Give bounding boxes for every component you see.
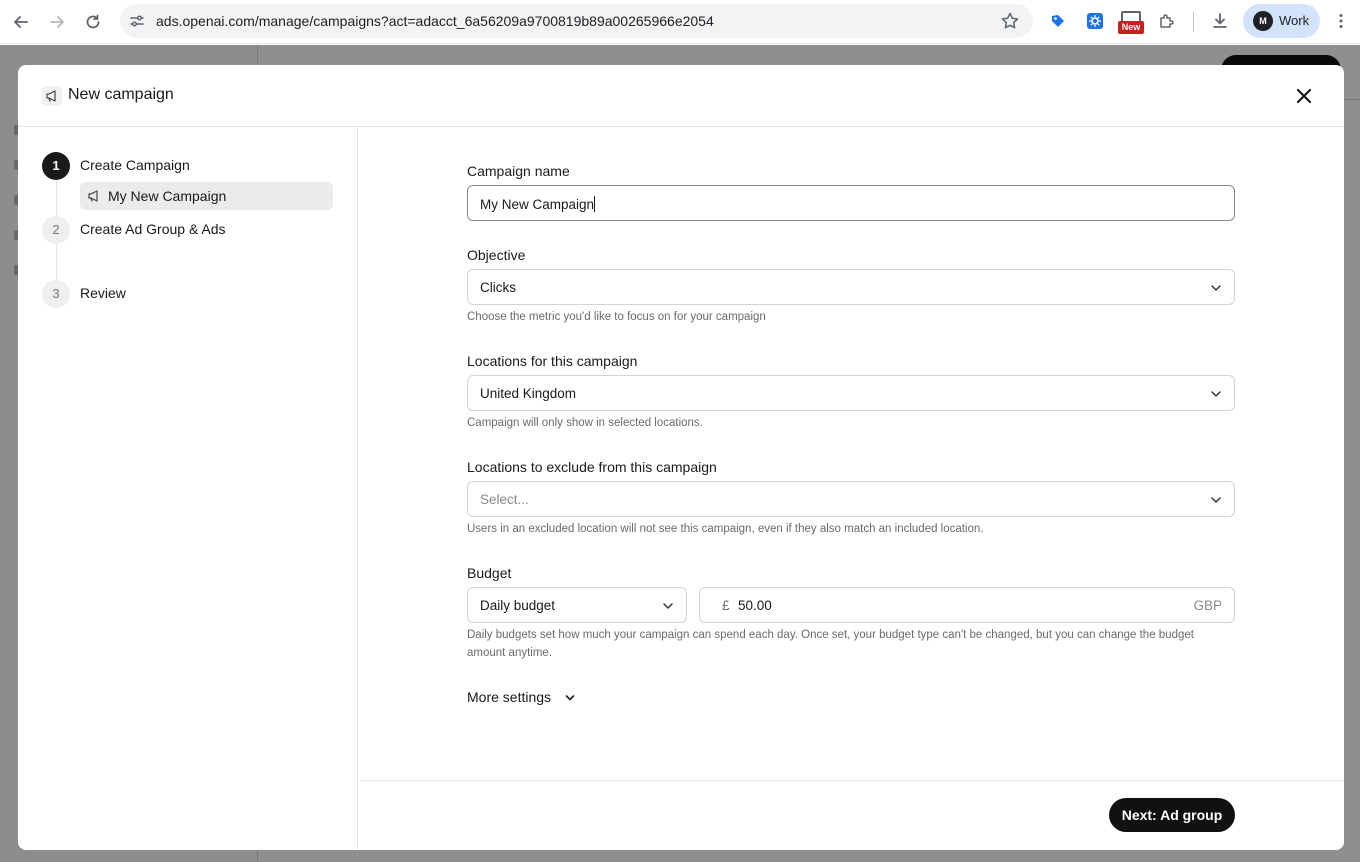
budget-type-select[interactable]: Daily budget	[467, 587, 687, 623]
back-button[interactable]	[9, 10, 33, 34]
avatar: M	[1253, 11, 1273, 31]
modal-title: New campaign	[68, 86, 174, 103]
locations-help: Campaign will only show in selected loca…	[467, 417, 703, 429]
step-connector	[56, 180, 57, 218]
chevron-down-icon	[565, 695, 575, 701]
downloads-button[interactable]	[1209, 10, 1231, 32]
kebab-menu-icon	[1339, 14, 1343, 28]
campaign-name-value: My New Campaign	[480, 197, 595, 212]
objective-value: Clicks	[480, 280, 516, 295]
campaign-name-input[interactable]: My New Campaign	[467, 185, 1235, 221]
objective-label: Objective	[467, 247, 526, 263]
budget-amount-value: 50.00	[738, 598, 772, 613]
campaign-name-label: Campaign name	[467, 163, 570, 179]
exclude-locations-help: Users in an excluded location will not s…	[467, 523, 984, 535]
megaphone-icon	[88, 190, 98, 202]
reload-button[interactable]	[81, 10, 105, 34]
extensions-menu[interactable]	[1156, 10, 1178, 32]
chevron-down-icon	[1211, 285, 1221, 291]
new-badge: New	[1118, 21, 1144, 34]
locations-value: United Kingdom	[480, 386, 577, 401]
step-1-label[interactable]: Create Campaign	[80, 157, 190, 173]
objective-select[interactable]: Clicks	[467, 269, 1235, 305]
new-campaign-modal: New campaign 1 Create Campaign My New Ca…	[18, 65, 1344, 850]
modal-header: New campaign	[18, 65, 1344, 127]
extension-new[interactable]: New	[1118, 11, 1144, 35]
profile-label: Work	[1279, 13, 1310, 28]
step-navigation: 1 Create Campaign My New Campaign 2 Crea…	[18, 128, 358, 850]
toolbar-divider	[1193, 12, 1194, 32]
tag-extension-icon	[1052, 15, 1064, 27]
exclude-locations-label: Locations to exclude from this campaign	[467, 459, 717, 475]
sub-item-label: My New Campaign	[108, 188, 227, 204]
profile-chip[interactable]: M Work	[1243, 4, 1320, 38]
extension-gear[interactable]	[1084, 10, 1106, 32]
browser-menu-button[interactable]	[1330, 10, 1352, 32]
text-caret	[594, 196, 596, 212]
step-2-label[interactable]: Create Ad Group & Ads	[80, 221, 226, 237]
step-1-number: 1	[42, 152, 70, 180]
close-button[interactable]	[1292, 84, 1316, 108]
step-2-number: 2	[42, 216, 70, 244]
step-3-label[interactable]: Review	[80, 285, 126, 301]
objective-help: Choose the metric you'd like to focus on…	[467, 311, 766, 323]
megaphone-icon	[42, 86, 62, 106]
arrow-left-icon	[14, 16, 28, 28]
browser-toolbar: ads.openai.com/manage/campaigns?act=adac…	[0, 0, 1360, 44]
exclude-locations-select[interactable]: Select...	[467, 481, 1235, 517]
bookmark-star-icon[interactable]	[1000, 11, 1020, 31]
modal-footer: Next: Ad group	[359, 780, 1344, 850]
reload-icon	[86, 14, 100, 29]
download-icon	[1213, 13, 1227, 28]
step-connector	[56, 244, 57, 282]
budget-label: Budget	[467, 565, 512, 581]
address-bar[interactable]: ads.openai.com/manage/campaigns?act=adac…	[120, 4, 1033, 38]
locations-select[interactable]: United Kingdom	[467, 375, 1235, 411]
exclude-locations-placeholder: Select...	[480, 492, 529, 507]
close-icon	[1296, 88, 1312, 104]
step-1-sub-item[interactable]: My New Campaign	[80, 182, 333, 210]
locations-label: Locations for this campaign	[467, 353, 638, 369]
budget-amount-input[interactable]: £ 50.00 GBP	[699, 587, 1235, 623]
campaign-form: Campaign name My New Campaign Objective …	[359, 128, 1344, 780]
forward-button[interactable]	[45, 10, 69, 34]
step-3-number: 3	[42, 280, 70, 308]
extension-tag[interactable]	[1047, 10, 1069, 32]
gear-extension-icon	[1087, 13, 1103, 29]
budget-type-value: Daily budget	[480, 598, 556, 613]
currency-symbol: £	[722, 598, 730, 613]
budget-help: Daily budgets set how much your campaign…	[467, 629, 1194, 659]
next-ad-group-button[interactable]: Next: Ad group	[1109, 798, 1235, 832]
more-settings-label: More settings	[467, 689, 552, 705]
puzzle-icon	[1160, 14, 1174, 28]
chevron-down-icon	[663, 603, 673, 609]
currency-code: GBP	[1193, 598, 1222, 613]
chevron-down-icon	[1211, 391, 1221, 397]
site-settings-icon[interactable]	[128, 12, 146, 30]
arrow-right-icon	[50, 16, 64, 28]
url-text: ads.openai.com/manage/campaigns?act=adac…	[156, 13, 714, 29]
chevron-down-icon	[1211, 497, 1221, 503]
more-settings-toggle[interactable]: More settings	[467, 688, 587, 708]
